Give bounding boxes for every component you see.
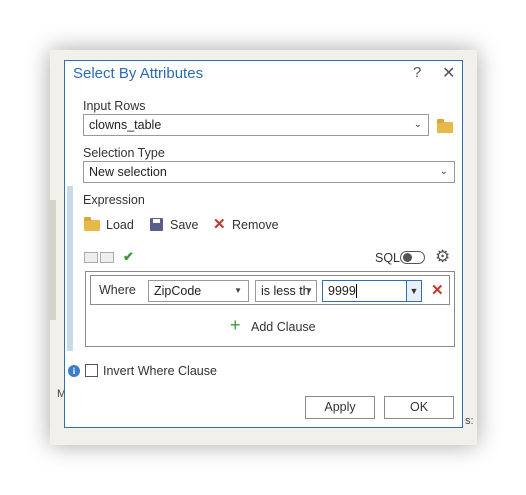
browse-folder-icon[interactable] <box>437 119 453 133</box>
expression-label: Expression <box>83 193 145 207</box>
clause-container: Where ZipCode ▼ is less th ▼ 9999​ ▼ ✕ +… <box>85 271 455 347</box>
remove-x-icon: ✕ <box>213 216 226 233</box>
chevron-down-icon: ▼ <box>234 286 242 295</box>
field-dropdown[interactable]: ZipCode ▼ <box>148 280 249 302</box>
gear-icon[interactable]: ⚙ <box>435 247 450 267</box>
input-rows-label: Input Rows <box>83 99 146 113</box>
ok-button[interactable]: OK <box>384 396 454 419</box>
value-input[interactable]: 9999 <box>328 284 356 298</box>
chevron-down-icon: ⌄ <box>413 119 422 130</box>
expression-section-bar <box>67 186 73 351</box>
field-value: ZipCode <box>154 284 202 298</box>
apply-button[interactable]: Apply <box>305 396 375 419</box>
input-rows-value: clowns_table <box>89 118 162 132</box>
clause-row: Where ZipCode ▼ is less th ▼ 9999​ ▼ ✕ <box>90 275 450 305</box>
chevron-down-icon[interactable]: ▼ <box>406 281 421 301</box>
text-cursor: ​ <box>355 284 357 298</box>
close-icon[interactable]: ✕ <box>442 63 455 83</box>
selection-type-dropdown[interactable]: New selection ⌄ <box>83 161 455 183</box>
input-rows-dropdown[interactable]: clowns_table ⌄ <box>83 114 429 136</box>
delete-clause-icon[interactable]: ✕ <box>431 281 444 299</box>
dialog-title: Select By Attributes <box>73 65 204 82</box>
switch-view-right-icon[interactable] <box>100 252 114 263</box>
sql-toggle[interactable] <box>400 251 425 264</box>
save-icon <box>150 218 163 231</box>
load-button[interactable]: Load <box>106 218 134 232</box>
switch-view-left-icon[interactable] <box>84 252 98 263</box>
plus-icon: + <box>230 315 241 335</box>
invert-where-checkbox[interactable] <box>85 364 98 377</box>
info-icon[interactable]: i <box>68 365 80 377</box>
invert-where-label: Invert Where Clause <box>103 364 217 378</box>
remove-button[interactable]: Remove <box>232 218 279 232</box>
operator-value: is less th <box>261 284 310 298</box>
load-folder-icon <box>84 217 100 231</box>
chevron-down-icon: ▼ <box>305 286 313 295</box>
help-icon[interactable]: ? <box>413 64 421 81</box>
toggle-knob <box>403 253 412 262</box>
value-combobox[interactable]: 9999​ ▼ <box>322 280 422 302</box>
where-label: Where <box>99 283 136 297</box>
selection-type-value: New selection <box>89 165 167 179</box>
sql-label: SQL <box>375 251 401 265</box>
add-clause-button[interactable]: Add Clause <box>251 320 316 334</box>
map-edge-text: s: <box>465 415 474 427</box>
operator-dropdown[interactable]: is less th ▼ <box>255 280 317 302</box>
selection-type-label: Selection Type <box>83 146 165 160</box>
verify-check-icon[interactable]: ✔ <box>123 249 134 265</box>
select-by-attributes-dialog: Select By Attributes ? ✕ Input Rows clow… <box>64 60 463 428</box>
save-button[interactable]: Save <box>170 218 199 232</box>
chevron-down-icon: ⌄ <box>439 166 448 177</box>
